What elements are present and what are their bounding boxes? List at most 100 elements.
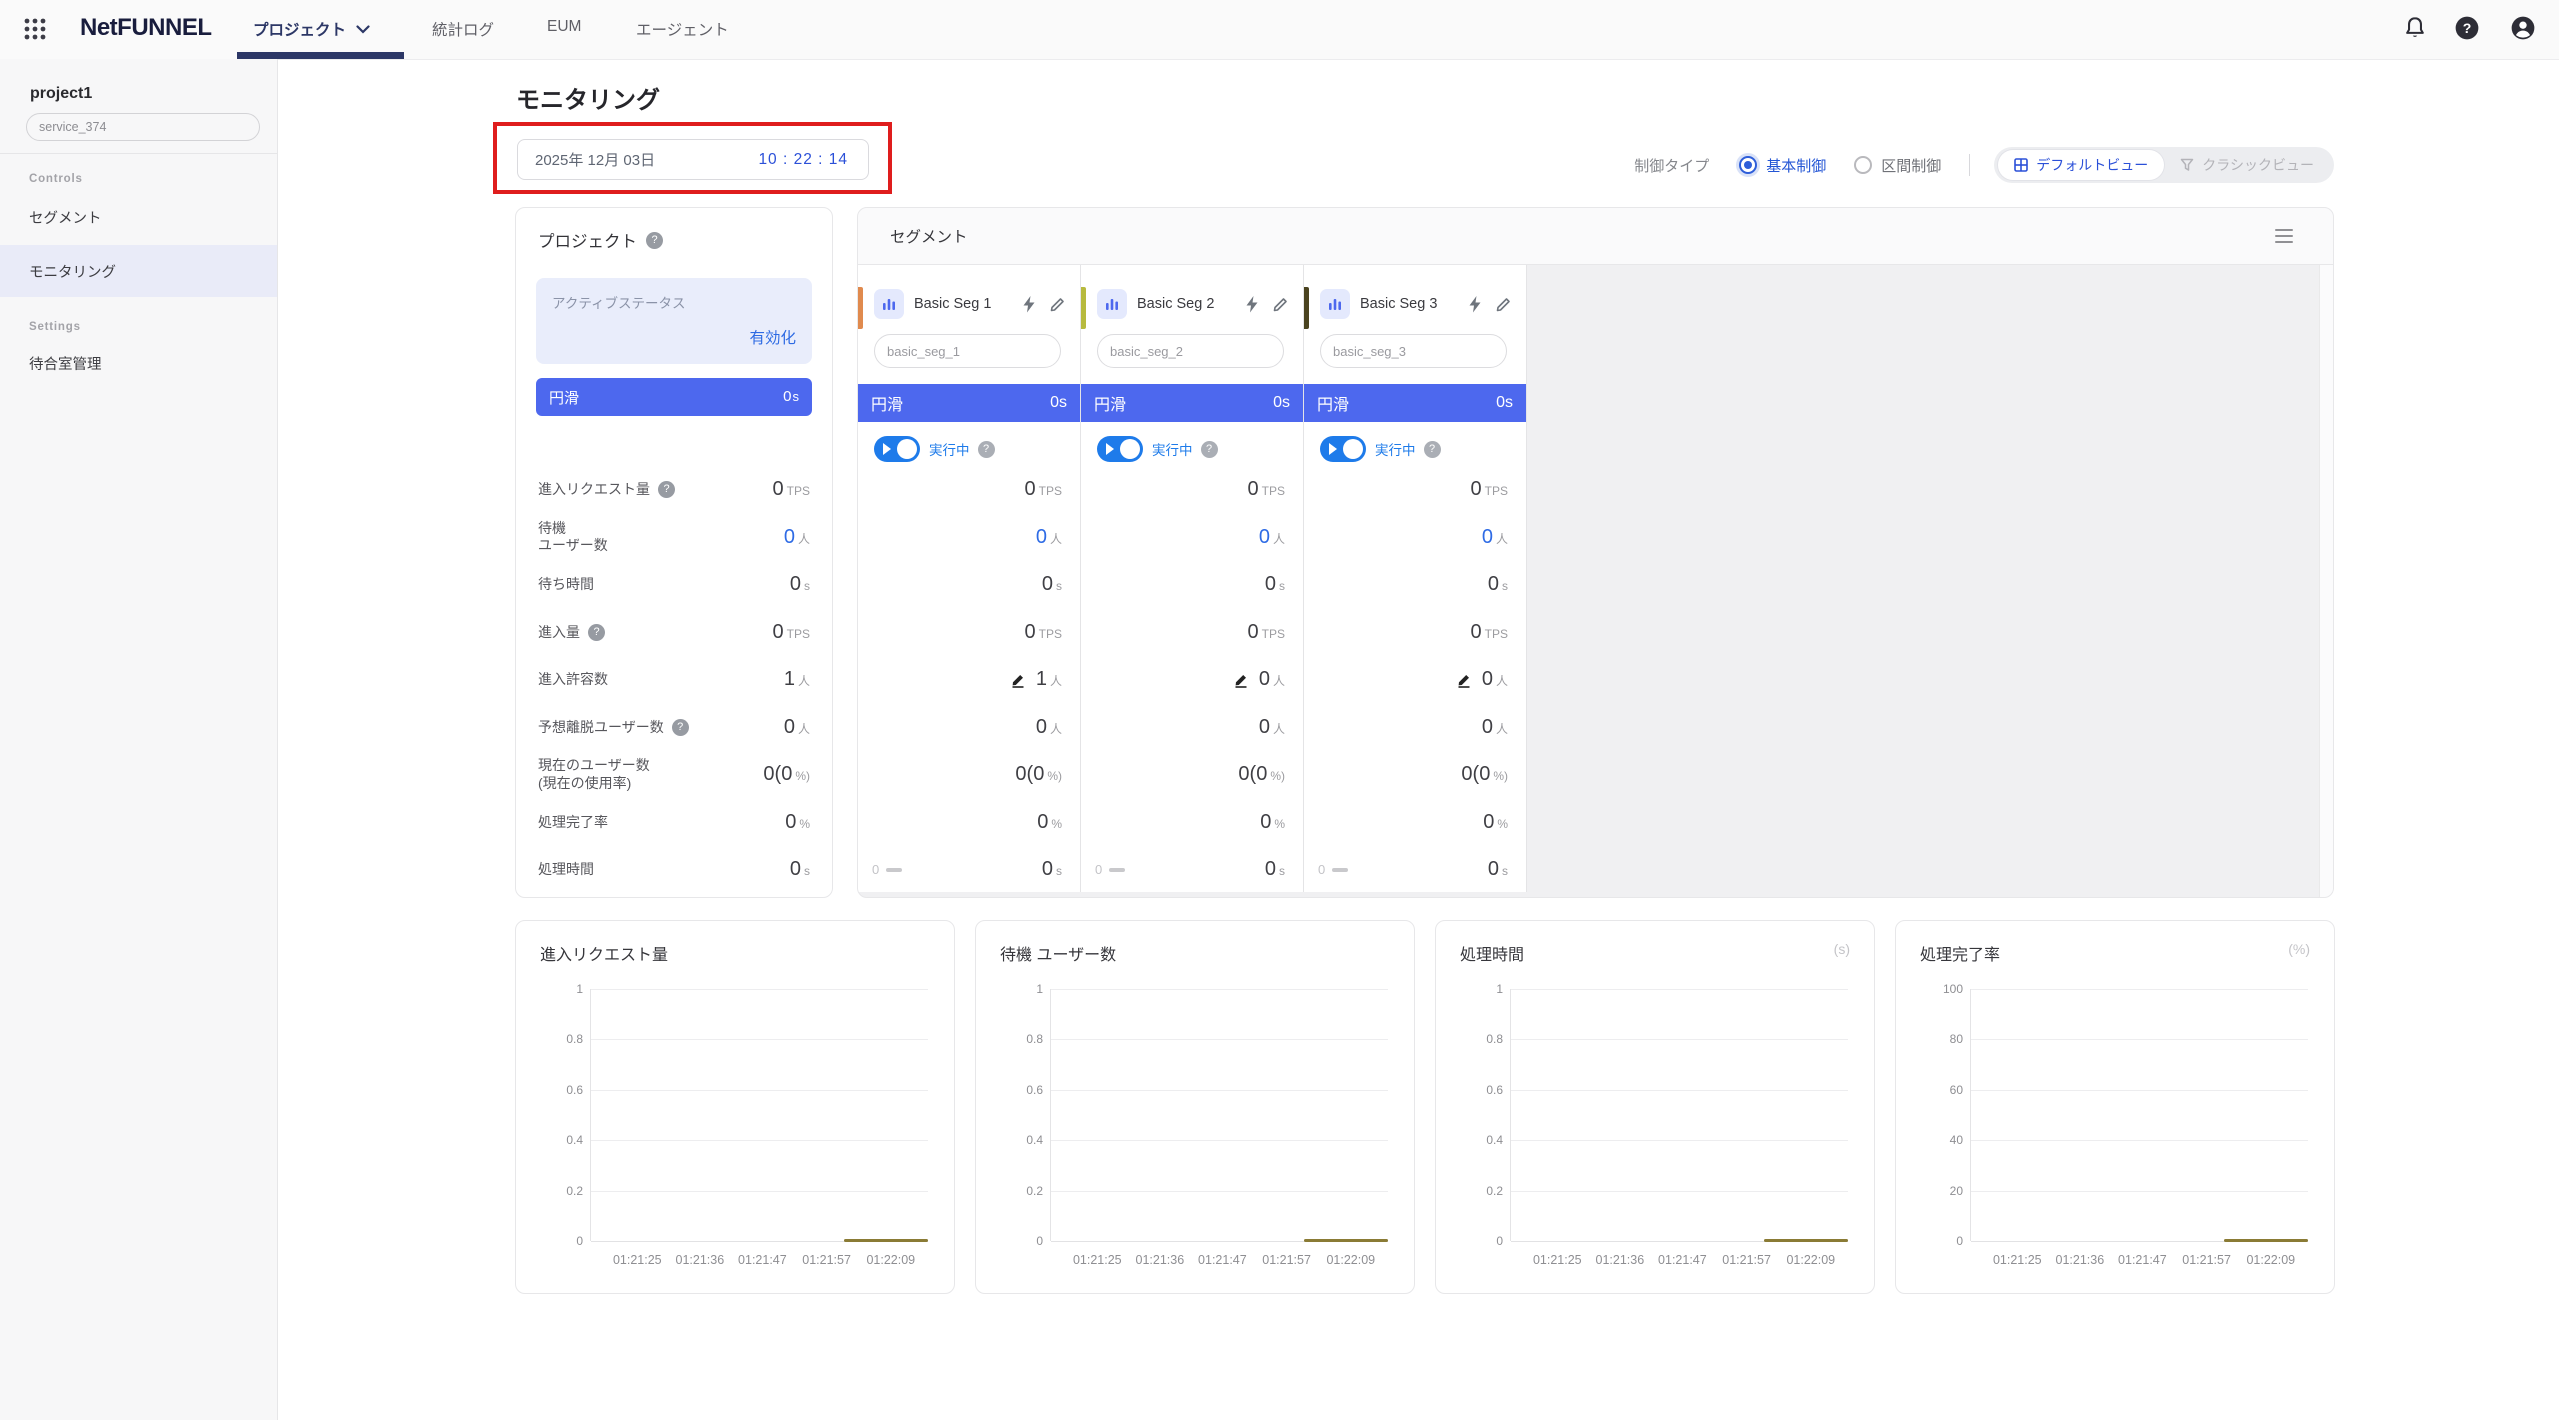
metric-value: 0 %: [1483, 811, 1508, 834]
segment-title-row: Basic Seg 2: [1081, 265, 1303, 319]
gridline: [1051, 989, 1388, 990]
metric-unit: 人: [1495, 674, 1508, 689]
netfunnel-monitoring-page: NetFUNNEL プロジェクト 統計ログ EUM エージェント ? proje…: [0, 0, 2559, 1420]
hamburger-icon[interactable]: [2275, 225, 2293, 247]
help-icon[interactable]: ?: [658, 481, 675, 499]
metric-unit: %: [1497, 816, 1508, 831]
account-icon[interactable]: [2510, 15, 2536, 41]
service-input[interactable]: [26, 113, 260, 141]
active-status-value[interactable]: 有効化: [552, 326, 796, 348]
segment-key-input[interactable]: [1320, 334, 1507, 368]
tab-agent[interactable]: エージェント: [636, 18, 729, 40]
segment-metric-row: 0 TPS: [872, 466, 1062, 514]
tab-stats-log[interactable]: 統計ログ: [432, 18, 494, 40]
x-tick-label: 01:21:36: [675, 1253, 725, 1267]
apps-grid-icon[interactable]: [22, 16, 48, 42]
segment-key-input[interactable]: [874, 334, 1061, 368]
gridline: [1971, 1140, 2308, 1142]
metric-number: 0: [783, 525, 795, 548]
segment-metric-row: 0 人: [1318, 704, 1508, 752]
segment-metric-row: 0 人: [1318, 514, 1508, 562]
segment-metric-row: 0 s: [1095, 561, 1285, 609]
sidebar-item-waiting-room[interactable]: 待合室管理: [0, 337, 277, 389]
radio-basic-control[interactable]: 基本制御: [1739, 155, 1826, 176]
mini-legend-dash: [1332, 867, 1349, 872]
sidebar-item-monitoring[interactable]: モニタリング: [0, 245, 277, 297]
radio-section-control[interactable]: 区間制御: [1854, 155, 1941, 176]
sidebar: project1 Controls セグメント モニタリング Settings …: [0, 59, 278, 1420]
metric-value: 0 TPS: [773, 621, 810, 644]
divider: [0, 153, 277, 154]
metric-label-text: 進入許容数: [538, 671, 608, 687]
y-tick-label: 0.4: [1026, 1133, 1043, 1148]
status-banner-label: 円滑: [871, 397, 904, 414]
tab-project[interactable]: プロジェクト: [253, 18, 370, 40]
chart-title: 処理完了率: [1920, 947, 2001, 964]
metric-unit: s: [804, 864, 810, 879]
metric-row: 進入リクエスト量 ? 0 TPS: [538, 466, 810, 514]
running-toggle[interactable]: [1320, 436, 1366, 462]
metric-label-text: 処理完了率: [538, 813, 608, 830]
edit-pencil-icon[interactable]: [1233, 672, 1249, 688]
chart-x-axis: 01:21:25 01:21:36 01:21:47 01:21:57 01:22:09: [1510, 1249, 1848, 1275]
y-tick-label: 20: [1949, 1183, 1963, 1198]
segment-metric-row: 0 人: [1095, 704, 1285, 752]
segment-card: Basic Seg 1 円滑 0s 実行中 ? 0 TPS: [858, 265, 1081, 892]
metric-value: 0(0 %): [763, 763, 810, 786]
radio-selected-icon: [1739, 156, 1758, 174]
x-tick-label: 01:21:47: [738, 1253, 787, 1267]
bell-icon[interactable]: [2402, 15, 2428, 41]
gridline: [1971, 1039, 2308, 1041]
segment-metric-row: 0 TPS: [1318, 609, 1508, 657]
segment-metric-row: 0 %: [1318, 799, 1508, 847]
tab-eum[interactable]: EUM: [547, 18, 581, 36]
metric-unit: 人: [1272, 531, 1285, 546]
metric-value: 0 %: [1037, 811, 1062, 834]
x-tick-label: 01:21:25: [1992, 1253, 2042, 1267]
metric-unit: TPS: [1038, 626, 1062, 641]
help-icon[interactable]: ?: [588, 623, 605, 641]
help-icon[interactable]: ?: [2454, 15, 2480, 41]
metric-unit: %: [799, 816, 810, 831]
edit-pencil-icon[interactable]: [1456, 672, 1472, 688]
metric-label: 処理完了率: [538, 814, 608, 832]
section-title-settings: Settings: [29, 321, 81, 333]
help-icon[interactable]: ?: [671, 718, 689, 736]
help-icon[interactable]: ?: [1423, 440, 1441, 458]
lightning-icon[interactable]: [1468, 295, 1482, 313]
project-name: project1: [30, 85, 93, 102]
status-banner-value: 0: [1050, 394, 1059, 411]
edit-pencil-icon[interactable]: [1010, 672, 1026, 688]
bar-chart-icon: [1097, 289, 1127, 319]
gridline: [1511, 1140, 1848, 1142]
pencil-icon[interactable]: [1273, 296, 1289, 312]
metric-unit: s: [1502, 864, 1508, 879]
pencil-icon[interactable]: [1496, 296, 1512, 312]
pencil-icon[interactable]: [1050, 296, 1066, 312]
lightning-icon[interactable]: [1245, 295, 1259, 313]
help-icon[interactable]: ?: [977, 440, 995, 458]
metric-number: 0: [1035, 525, 1047, 548]
segment-key-input[interactable]: [1097, 334, 1284, 368]
y-tick-label: 1: [1036, 982, 1043, 996]
metric-unit: 人: [1049, 531, 1062, 546]
mini-legend-dash: [1109, 867, 1126, 872]
metric-label-text: 待ち時間: [538, 576, 594, 592]
status-banner-unit: s: [1505, 394, 1513, 411]
segment-metric-row: 0 %: [1095, 799, 1285, 847]
help-icon[interactable]: ?: [646, 231, 663, 249]
sidebar-item-segment[interactable]: セグメント: [0, 191, 277, 243]
metric-unit: 人: [797, 721, 810, 736]
metric-unit: TPS: [786, 484, 810, 499]
running-toggle[interactable]: [874, 436, 920, 462]
metric-value: 0 人: [1259, 716, 1285, 739]
classic-view-button[interactable]: クラシックビュー: [2164, 150, 2330, 180]
y-tick-label: 0.6: [566, 1082, 583, 1097]
metric-number: 0: [1247, 478, 1259, 501]
lightning-icon[interactable]: [1022, 295, 1036, 313]
default-view-button[interactable]: デフォルトビュー: [1998, 150, 2165, 180]
scrollbar-track[interactable]: [2319, 265, 2333, 897]
help-icon[interactable]: ?: [1200, 440, 1218, 458]
metric-row: 処理完了率 0 %: [538, 799, 810, 847]
running-toggle[interactable]: [1097, 436, 1143, 462]
